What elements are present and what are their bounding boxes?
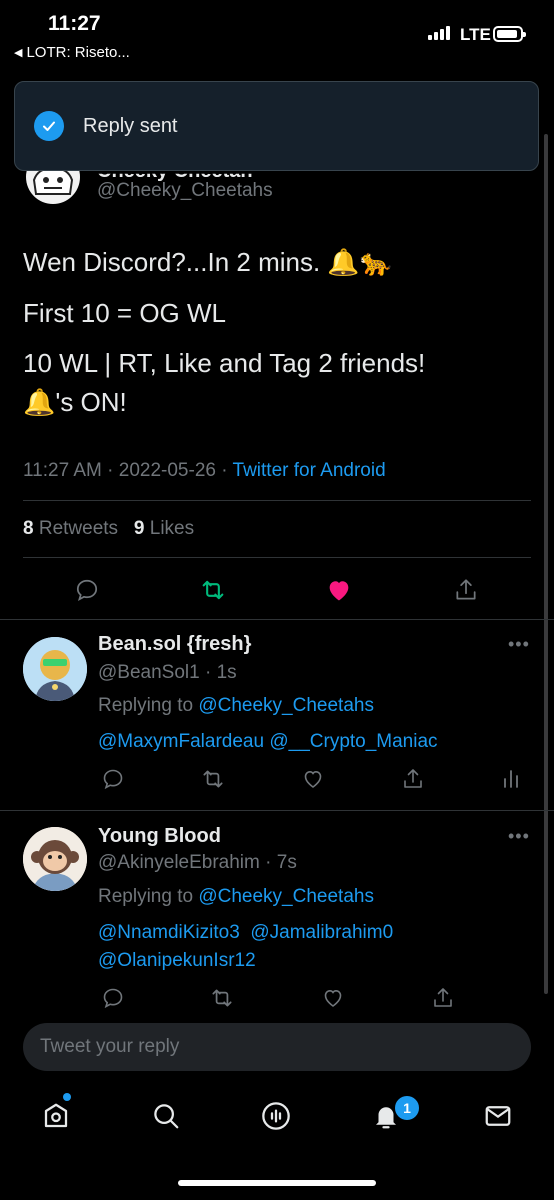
reply-handle-time: @AkinyeleEbrahim · 7s <box>98 852 297 873</box>
retweets-count: 8 <box>23 518 34 539</box>
likes-stat[interactable]: 9 Likes <box>134 518 194 539</box>
home-icon <box>44 1103 68 1128</box>
back-triangle-icon: ◀ <box>14 47 23 59</box>
likes-label: Likes <box>149 518 195 539</box>
likes-count: 9 <box>133 518 145 539</box>
spaces-mic-icon <box>262 1102 290 1130</box>
mail-icon <box>485 1106 511 1126</box>
divider <box>23 500 531 501</box>
home-tab[interactable] <box>38 1098 74 1134</box>
tweet-text-line-4: 🔔's ON! <box>23 387 127 417</box>
reply-time: 1s <box>216 662 237 683</box>
back-app-label: LOTR: Riseto... <box>26 44 130 61</box>
reply-handle[interactable]: @AkinyeleEbrahim <box>98 852 260 873</box>
more-options-icon[interactable]: ••• <box>508 826 530 847</box>
retweet-button[interactable] <box>198 575 228 605</box>
reply-author-name[interactable]: Young Blood <box>98 825 221 848</box>
share-icon <box>456 579 476 600</box>
avatar[interactable] <box>23 827 87 891</box>
reply-button[interactable] <box>72 575 102 605</box>
reply-mentions[interactable]: @OlanipekunIsr12 <box>98 950 256 972</box>
heart-icon <box>304 770 322 788</box>
reply-icon <box>103 988 123 1009</box>
reply-mentions[interactable]: @NnamdiKizito3 @Jamalibrahim0 <box>98 922 393 944</box>
analytics-button[interactable] <box>497 764 527 794</box>
heart-icon <box>324 989 342 1007</box>
reply-sent-toast: Reply sent <box>14 81 539 171</box>
divider <box>23 557 531 558</box>
reply-time: 7s <box>276 852 297 873</box>
notifications-badge: 1 <box>393 1094 421 1122</box>
tweet-stats: 8 Retweets 9 Likes <box>23 518 194 540</box>
scrollbar[interactable] <box>544 134 548 994</box>
like-button[interactable] <box>324 575 354 605</box>
divider <box>0 810 554 811</box>
replying-to-link[interactable]: @Cheeky_Cheetahs <box>198 695 374 716</box>
tweet-text-line-3: 10 WL | RT, Like and Tag 2 friends! <box>23 348 426 378</box>
share-button[interactable] <box>451 575 481 605</box>
home-indicator <box>178 1180 376 1186</box>
retweets-stat[interactable]: 8 Retweets <box>23 518 118 539</box>
messages-tab[interactable] <box>480 1098 516 1134</box>
reply-handle-time: @BeanSol1 · 1s <box>98 662 237 683</box>
battery-icon <box>493 26 526 42</box>
network-label: LTE <box>460 25 491 44</box>
tweet-text-line-2: First 10 = OG WL <box>23 298 226 328</box>
tweet-date: 2022-05-26 <box>118 460 216 481</box>
replying-to-label: Replying to <box>98 886 194 907</box>
like-button[interactable] <box>298 764 328 794</box>
replying-to-link[interactable]: @Cheeky_Cheetahs <box>198 886 374 907</box>
signal-icon <box>428 26 450 40</box>
replying-to: Replying to @Cheeky_Cheetahs <box>98 695 374 717</box>
home-notification-dot <box>63 1093 71 1101</box>
reply-icon <box>76 579 98 601</box>
divider <box>0 619 554 620</box>
tweet-reply-input[interactable]: Tweet your reply <box>23 1023 531 1071</box>
tweet-time: 11:27 AM <box>23 460 102 481</box>
reply-handle[interactable]: @BeanSol1 <box>98 662 200 683</box>
main-tweet-handle[interactable]: @Cheeky_Cheetahs <box>97 180 273 202</box>
reply-button[interactable] <box>98 764 128 794</box>
more-options-icon[interactable]: ••• <box>508 634 530 655</box>
retweet-icon <box>202 580 224 600</box>
tweet-source-link[interactable]: Twitter for Android <box>233 460 386 481</box>
reply-placeholder: Tweet your reply <box>40 1036 180 1057</box>
replying-to-label: Replying to <box>98 695 194 716</box>
share-button[interactable] <box>398 764 428 794</box>
tweet-text-line-1: Wen Discord?...In 2 mins. 🔔🐆 <box>23 247 393 277</box>
reply-icon <box>103 769 123 790</box>
check-icon <box>34 111 64 141</box>
search-icon <box>154 1104 179 1129</box>
replying-to: Replying to @Cheeky_Cheetahs <box>98 886 374 908</box>
retweets-label: Retweets <box>38 518 119 539</box>
search-tab[interactable] <box>148 1098 184 1134</box>
avatar[interactable] <box>23 637 87 701</box>
analytics-icon <box>504 770 518 788</box>
heart-filled-icon <box>329 581 349 601</box>
reply-mentions[interactable]: @MaxymFalardeau @__Crypto_Maniac <box>98 731 438 753</box>
share-icon <box>404 769 422 788</box>
back-to-app-link[interactable]: ◀ LOTR: Riseto... <box>14 44 130 61</box>
retweet-icon <box>203 770 223 788</box>
spaces-tab[interactable] <box>258 1098 294 1134</box>
retweet-button[interactable] <box>198 764 228 794</box>
toast-text: Reply sent <box>83 114 178 137</box>
share-icon <box>434 988 452 1007</box>
status-time: 11:27 <box>48 12 101 35</box>
reply-author-name[interactable]: Bean.sol {fresh} <box>98 633 251 656</box>
tweet-meta: 11:27 AM · 2022-05-26 · Twitter for Andr… <box>23 460 386 481</box>
